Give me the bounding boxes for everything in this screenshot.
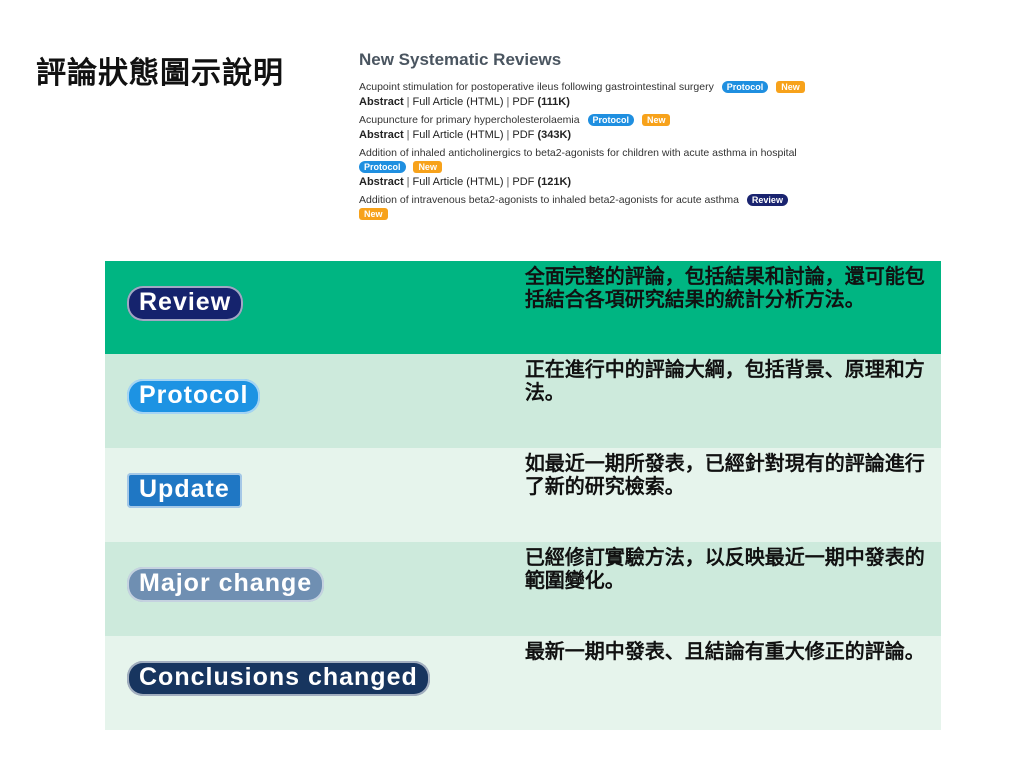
pdf-link[interactable]: PDF [512,176,534,188]
separator: | [406,176,410,188]
legend-row-major-change: Major change 已經修訂實驗方法，以反映最近一期中發表的範圍變化。 [105,542,941,636]
legend-description: 已經修訂實驗方法，以反映最近一期中發表的範圍變化。 [524,545,925,592]
pdf-link[interactable]: PDF [512,96,534,108]
pdf-size: (121K) [537,176,572,188]
reviews-heading: New Systematic Reviews [359,50,562,69]
review-title-link[interactable]: Acupuncture for primary hypercholesterol… [359,114,580,126]
new-badge: New [413,161,442,174]
page-title: 評論狀態圖示說明 [36,56,284,91]
review-badge: Review [127,285,244,321]
protocol-badge: Protocol [587,114,635,127]
abstract-link[interactable]: Abstract [359,176,404,188]
review-item: Addition of inhaled anticholinergics to … [359,146,939,190]
review-item: Acupoint stimulation for postoperative i… [359,80,939,110]
status-legend-table: Review 全面完整的評論，包括結果和討論，還可能包括結合各項研究結果的統計分… [105,261,941,730]
legend-row-review: Review 全面完整的評論，包括結果和討論，還可能包括結合各項研究結果的統計分… [105,261,941,354]
pdf-size: (111K) [537,96,570,108]
separator: | [506,176,510,188]
protocol-badge: Protocol [359,161,406,174]
legend-row-protocol: Protocol 正在進行中的評論大綱，包括背景、原理和方法。 [105,354,941,448]
full-article-link[interactable]: Full Article (HTML) [412,129,503,141]
article-links: Abstract | Full Article (HTML) | PDF (343K) [359,127,939,143]
review-title-link[interactable]: Acupoint stimulation for postoperative i… [359,81,714,93]
review-badge: Review [746,194,788,207]
legend-description: 正在進行中的評論大綱，包括背景、原理和方法。 [524,357,925,404]
legend-description: 最新一期中發表、且結論有重大修正的評論。 [524,639,925,663]
new-badge: New [359,208,388,221]
separator: | [406,129,410,141]
update-badge: Update [127,473,242,508]
separator: | [506,129,510,141]
major-change-badge: Major change [127,567,325,602]
new-reviews-panel: New Systematic Reviews Acupoint stimulat… [359,50,939,223]
new-badge: New [641,114,671,127]
legend-row-update: Update 如最近一期所發表，已經針對現有的評論進行了新的研究檢索。 [105,448,941,542]
legend-row-conclusions-changed: Conclusions changed 最新一期中發表、且結論有重大修正的評論。 [105,636,941,730]
article-links: Abstract | Full Article (HTML) | PDF (121K) [359,174,939,190]
protocol-badge: Protocol [127,379,261,414]
separator: | [506,96,510,108]
legend-description: 如最近一期所發表，已經針對現有的評論進行了新的研究檢索。 [524,451,925,498]
pdf-link[interactable]: PDF [512,129,534,141]
full-article-link[interactable]: Full Article (HTML) [412,96,503,108]
pdf-size: (343K) [537,129,572,141]
article-links: Abstract | Full Article (HTML) | PDF (111K) [359,94,939,110]
review-title-link[interactable]: Addition of inhaled anticholinergics to … [359,147,797,159]
abstract-link[interactable]: Abstract [359,96,404,108]
protocol-badge: Protocol [721,81,769,94]
full-article-link[interactable]: Full Article (HTML) [412,176,503,188]
abstract-link[interactable]: Abstract [359,129,404,141]
review-item: Acupuncture for primary hypercholesterol… [359,113,939,143]
separator: | [406,96,410,108]
review-item: Addition of intravenous beta2-agonists t… [359,193,939,221]
review-title-link[interactable]: Addition of intravenous beta2-agonists t… [359,194,739,206]
legend-description: 全面完整的評論，包括結果和討論，還可能包括結合各項研究結果的統計分析方法。 [524,264,925,311]
new-badge: New [776,81,805,94]
conclusions-changed-badge: Conclusions changed [127,661,430,696]
